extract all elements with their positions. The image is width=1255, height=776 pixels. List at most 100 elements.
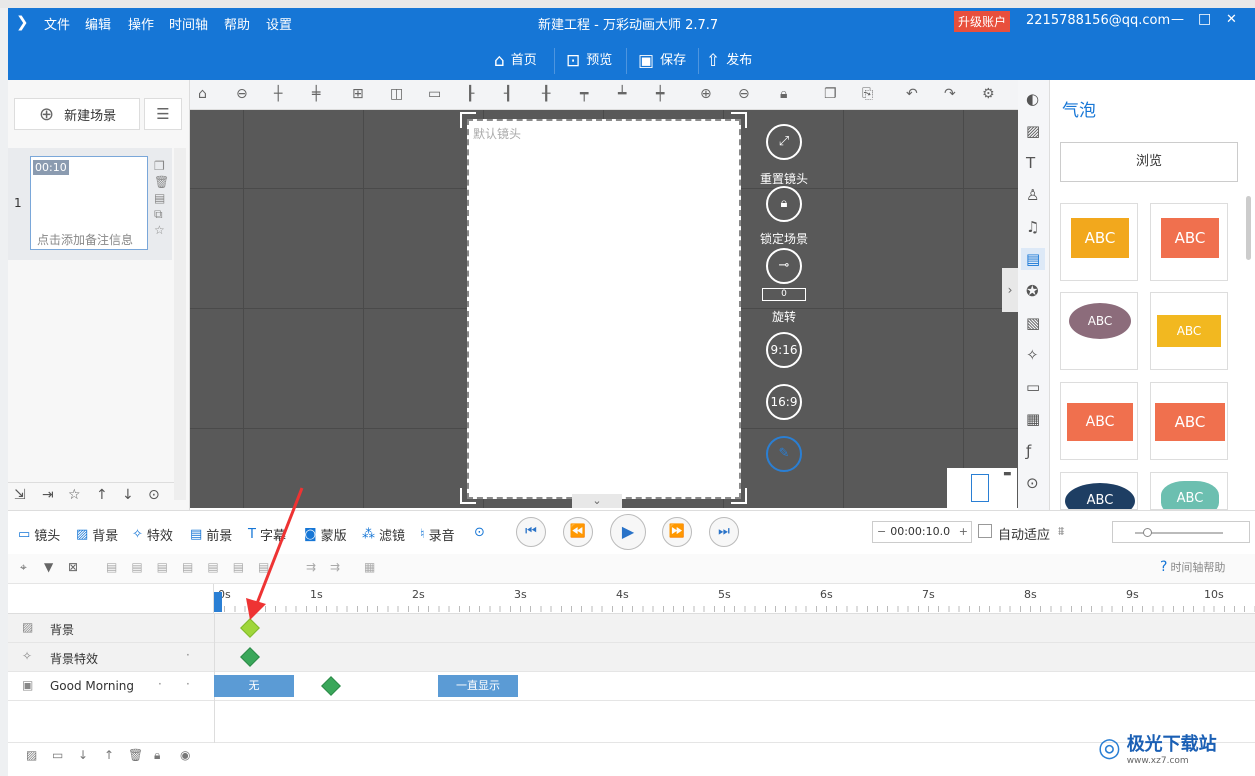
timeline-help-link[interactable]: ? 时间轴帮助 (1160, 559, 1225, 575)
character-icon[interactable]: ♙ (1026, 186, 1039, 204)
time-field[interactable]: −00:00:10.0 + (872, 521, 972, 543)
plus-icon[interactable]: + (959, 522, 968, 542)
image-icon[interactable]: ▨ (1026, 122, 1040, 140)
tab-filter[interactable]: ⁂ 滤镜 (362, 525, 405, 544)
tab-background[interactable]: ▨ 背景 (76, 525, 118, 544)
bubble-card[interactable]: ABC (1060, 472, 1138, 510)
formula-icon[interactable]: ƒ (1026, 442, 1031, 460)
bubble-card[interactable]: ABC (1060, 382, 1138, 460)
redo-icon[interactable]: ↷ (944, 86, 956, 102)
expand-panel-icon[interactable]: › (1002, 268, 1018, 312)
distribute-v-icon[interactable]: ◫ (390, 86, 403, 102)
tab-record[interactable]: ♮ 录音 (420, 525, 455, 544)
bubble-card[interactable]: ABC (1150, 292, 1228, 370)
rotate-value[interactable]: 0 (762, 288, 806, 301)
menu-edit[interactable]: 编辑 (85, 14, 111, 33)
display-clip[interactable]: 一直显示 (438, 675, 518, 697)
align-vmiddle-icon[interactable]: ┿ (656, 86, 664, 102)
export-icon[interactable]: ⇥ (42, 487, 54, 503)
equal-width-icon[interactable]: ▭ (428, 86, 441, 102)
trash-icon[interactable]: 🗑︎ (128, 748, 143, 762)
prev-scene-icon[interactable]: ⏮ (516, 517, 546, 547)
bubble-card[interactable]: ABC (1060, 203, 1138, 281)
edit-icon[interactable]: ✎ (766, 436, 802, 472)
bubble-icon[interactable]: ▤ (1021, 248, 1046, 270)
layer-row[interactable]: ✧ 背景特效 · (8, 643, 1255, 672)
ratio-9-16-button[interactable]: 9:16 (766, 332, 802, 368)
minus-icon[interactable]: − (873, 525, 890, 538)
tab-effect[interactable]: ✧ 特效 (132, 525, 173, 544)
rotate-icon[interactable]: ⊸ (766, 248, 802, 284)
layer-dot-icon[interactable]: · (158, 677, 162, 691)
picture-icon[interactable]: ▧ (1026, 314, 1040, 332)
layer-row[interactable]: ▨ 背景 (8, 614, 1255, 643)
ratio-16-9-button[interactable]: 16:9 (766, 384, 802, 420)
align-right-icon[interactable]: ┨ (504, 86, 512, 102)
text-icon[interactable]: T (1026, 154, 1035, 172)
shape-icon[interactable]: ◐ (1026, 90, 1039, 108)
bubble-card[interactable]: ABC (1150, 203, 1228, 281)
snap-icon[interactable]: ⩩ (1058, 524, 1064, 539)
move-up-icon[interactable]: ↑ (104, 748, 114, 762)
playhead[interactable] (214, 592, 222, 612)
scene-thumbnail[interactable]: 00:10 点击添加备注信息 (30, 156, 148, 250)
align-left-icon[interactable]: ┠ (466, 86, 474, 102)
distribute-icon[interactable]: ⊞ (352, 86, 364, 102)
folder-icon[interactable]: ▭ (52, 748, 63, 762)
enter-animation-clip[interactable]: 无 (214, 675, 294, 697)
auto-fit-checkbox[interactable] (978, 524, 992, 538)
add-keyframe-icon[interactable] (240, 647, 260, 667)
align-center-v-icon[interactable]: ┼ (274, 86, 282, 102)
scene-scrollbar[interactable] (174, 148, 186, 500)
settings-icon[interactable]: ⚙ (982, 86, 995, 102)
star-icon[interactable]: ☆ (68, 487, 81, 503)
music-icon[interactable]: ♫ (1026, 218, 1039, 236)
upgrade-button[interactable]: 升级账户 (954, 11, 1011, 32)
rewind-icon[interactable]: ⏪ (563, 517, 593, 547)
menu-help[interactable]: 帮助 (224, 14, 250, 33)
move-up-icon[interactable]: ↑ (96, 487, 108, 503)
reset-camera-icon[interactable]: ⤢ (766, 124, 802, 160)
bubble-card[interactable]: ABC (1150, 382, 1228, 460)
tab-foreground[interactable]: ▤ 前景 (190, 525, 232, 544)
filter-icon[interactable]: ▼ (44, 560, 53, 574)
publish-button[interactable]: ⇧ 发布 (706, 46, 752, 76)
stage-canvas[interactable]: 默认镜头 ⤢ 重置镜头 🔒︎ 锁定场景 ⊸ 0 旋转 9:16 16:9 ✎ ▬… (190, 110, 1018, 508)
more-icon[interactable]: ⊙ (474, 525, 485, 540)
eye-icon[interactable]: ◉ (180, 748, 190, 762)
home-view-icon[interactable]: ⌂ (198, 86, 207, 102)
zoom-slider-thumb[interactable] (1143, 528, 1152, 537)
camera-frame[interactable]: 默认镜头 (467, 119, 741, 499)
next-scene-icon[interactable]: ⏭ (709, 517, 739, 547)
align-bottom-icon[interactable]: ┷ (618, 86, 626, 102)
collapse-timeline-icon[interactable]: ⌄ (572, 494, 622, 508)
scene-list-toggle-icon[interactable]: ☰ (144, 98, 182, 130)
scene-item[interactable]: 1 00:10 点击添加备注信息 ❐ 🗑︎ ▤ ⧉ ☆ (8, 148, 172, 260)
align-center-h-icon[interactable]: ╪ (312, 86, 320, 102)
menu-file[interactable]: 文件 (44, 14, 70, 33)
svg-icon[interactable]: ✪ (1026, 282, 1039, 300)
effect-wand-icon[interactable]: ✧ (1026, 346, 1039, 364)
lock-icon[interactable]: 🔒︎ (780, 86, 787, 102)
zoom-out-icon[interactable]: ⊖ (738, 86, 750, 102)
lock-icon[interactable]: 🔒︎ (154, 748, 160, 763)
layer-dot-icon[interactable]: · (186, 648, 190, 662)
time-ruler[interactable]: 0s 1s 2s 3s 4s 5s 6s 7s 8s 9s 10s (214, 584, 1255, 614)
scene-note[interactable]: 点击添加备注信息 (37, 231, 133, 248)
tab-mask[interactable]: ◙ 蒙版 (304, 525, 347, 544)
new-scene-button[interactable]: ⊕ 新建场景 (14, 98, 140, 130)
copy-icon[interactable]: ❐ (824, 86, 837, 102)
paste-icon[interactable]: ⎘ (862, 86, 873, 102)
clear-icon[interactable]: ⊠ (68, 560, 78, 574)
target-icon[interactable]: ⌖ (20, 560, 27, 575)
save-button[interactable]: ▣ 保存 (638, 46, 686, 76)
align-middle-icon[interactable]: ╂ (542, 86, 550, 102)
lock-scene-icon[interactable]: 🔒︎ (766, 186, 802, 222)
video-icon[interactable]: ▦ (1026, 410, 1040, 428)
minimize-button[interactable]: — (1171, 12, 1184, 27)
home-button[interactable]: ⌂ 首页 (494, 46, 537, 76)
add-keyframe-icon[interactable] (321, 676, 341, 696)
more-icon[interactable]: ⊙ (1026, 474, 1039, 492)
browse-button[interactable]: 浏览 (1060, 142, 1238, 182)
align-top-icon[interactable]: ┯ (580, 86, 588, 102)
